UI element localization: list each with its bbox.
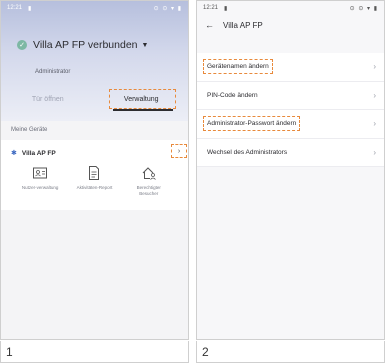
highlight-frame-management	[109, 89, 176, 109]
nav-bar: ← Villa AP FP	[197, 15, 384, 35]
status-bar: 12:21 ▮ ⊙ ⊙ ▾ ▮	[1, 1, 188, 15]
device-header: ✱ Villa AP FP	[11, 149, 56, 158]
section-my-devices: Meine Geräte	[11, 127, 48, 133]
menu-item-rename-device[interactable]: Gerätenamen ändern ›	[197, 53, 384, 82]
back-arrow-icon[interactable]: ←	[205, 20, 214, 30]
menu-item-change-admin-password[interactable]: Administrator-Passwort ändern ›	[197, 110, 384, 139]
authorized-visitor-label: Berechtigter Besucher	[136, 185, 161, 196]
status-time: 12:21	[7, 5, 23, 11]
bluetooth-connected-icon: ✓	[17, 40, 27, 50]
menu-label-change-admin: Wechsel des Administrators	[207, 148, 288, 156]
status-time: 12:21	[203, 5, 219, 11]
activity-report-button[interactable]: Aktivitäten-Report	[72, 165, 116, 196]
phone-screen-1: 12:21 ▮ ⊙ ⊙ ▾ ▮ ✓ Villa AP FP verbunden …	[0, 0, 189, 340]
menu-label-change-admin-password: Administrator-Passwort ändern	[203, 116, 301, 132]
menu-item-change-admin[interactable]: Wechsel des Administrators ›	[197, 139, 384, 167]
user-management-button[interactable]: Nutzer-verwaltung	[18, 165, 62, 196]
chevron-right-icon: ›	[373, 119, 376, 129]
bluetooth-icon: ✱	[11, 150, 17, 157]
instruction-figure: 12:21 ▮ ⊙ ⊙ ▾ ▮ ✓ Villa AP FP verbunden …	[0, 0, 385, 363]
active-tab-indicator	[113, 109, 173, 111]
house-visitor-icon	[142, 167, 156, 180]
authorized-visitor-button[interactable]: Berechtigter Besucher	[127, 165, 171, 196]
user-card-icon	[33, 167, 48, 179]
tab-door-open[interactable]: Tür öffnen	[1, 91, 95, 113]
user-management-label: Nutzer-verwaltung	[21, 185, 59, 190]
menu-label-change-pin: PIN-Code ändern	[207, 91, 258, 99]
menu-item-change-pin[interactable]: PIN-Code ändern ›	[197, 82, 384, 110]
page-title: Villa AP FP	[223, 20, 263, 30]
connection-title: Villa AP FP verbunden	[33, 39, 138, 51]
sim-icon: ▮	[224, 5, 228, 12]
device-settings-button[interactable]: ›	[171, 144, 187, 158]
step-number-1: 1	[0, 341, 189, 363]
step-number-2: 2	[196, 341, 385, 363]
phone-screen-2: 12:21 ▮ ⊙ ⊙ ▾ ▮ ← Villa AP FP Gerätename…	[196, 0, 385, 340]
header-spacer	[197, 35, 384, 53]
chevron-right-icon: ›	[373, 147, 376, 157]
dropdown-icon: ▼	[141, 41, 149, 49]
device-actions: Nutzer-verwaltung Aktivitäten-Report Ber…	[1, 165, 188, 196]
user-role: Administrator	[35, 69, 71, 75]
device-card: ✱ Villa AP FP › Nutzer-verwaltung Aktivi…	[1, 140, 188, 210]
document-icon	[89, 166, 100, 180]
device-selector[interactable]: ✓ Villa AP FP verbunden ▼	[17, 39, 148, 51]
activity-report-label: Aktivitäten-Report	[76, 185, 113, 190]
menu-label-rename-device: Gerätenamen ändern	[203, 59, 273, 75]
device-name: Villa AP FP	[21, 149, 56, 157]
more-icon: ›	[177, 147, 181, 155]
status-icons: ⊙ ⊙ ▾ ▮	[349, 5, 378, 12]
settings-menu: Gerätenamen ändern › PIN-Code ändern › A…	[197, 53, 384, 167]
status-icons: ⊙ ⊙ ▾ ▮	[153, 5, 182, 12]
status-bar: 12:21 ▮ ⊙ ⊙ ▾ ▮	[197, 1, 384, 15]
sim-icon: ▮	[28, 5, 32, 12]
chevron-right-icon: ›	[373, 62, 376, 72]
chevron-right-icon: ›	[373, 90, 376, 100]
